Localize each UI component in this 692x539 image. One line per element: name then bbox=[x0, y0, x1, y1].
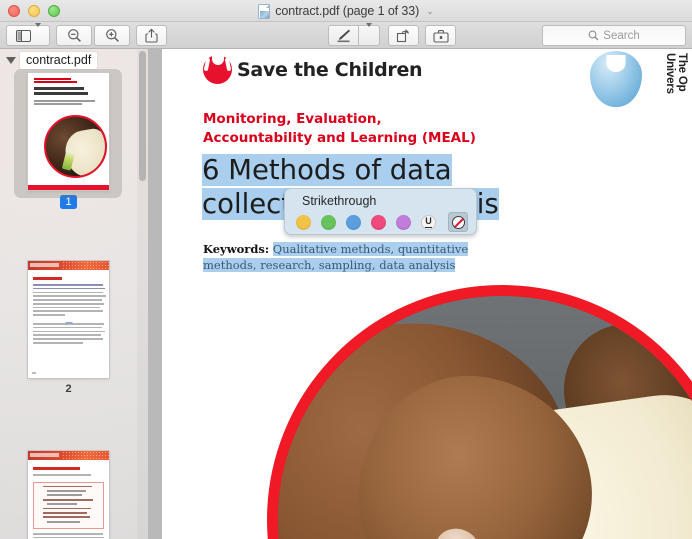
window-title-text: contract.pdf (page 1 of 33) bbox=[275, 4, 420, 18]
rotate-icon bbox=[396, 28, 411, 43]
thumbnail-photo-circle bbox=[44, 115, 107, 178]
markup-button[interactable] bbox=[328, 25, 358, 46]
series-heading-line-2: Accountability and Learning (MEAL) bbox=[203, 130, 476, 147]
color-swatch-pink[interactable] bbox=[371, 214, 386, 230]
page-title-line-2-end: is bbox=[476, 187, 499, 220]
pdf-page-1[interactable]: Save the Children The Op Univers Monitori… bbox=[162, 49, 692, 539]
thumbnail-page-1[interactable] bbox=[28, 73, 109, 190]
strikethrough-popover[interactable]: Strikethrough U bbox=[284, 188, 477, 235]
thumbnail-item-2[interactable]: 2 bbox=[0, 261, 137, 395]
markup-chevron-down-icon bbox=[366, 22, 372, 45]
save-the-children-logo-icon bbox=[203, 52, 232, 84]
series-heading-line-1: Monitoring, Evaluation, bbox=[203, 111, 382, 127]
page-title-line-1: 6 Methods of data bbox=[202, 154, 452, 186]
thumbnail-page-number-2: 2 bbox=[65, 383, 72, 395]
window-title-bar: contract.pdf (page 1 of 33) ⌄ bbox=[0, 0, 692, 22]
thumbnail-item-3[interactable]: 3 bbox=[0, 451, 137, 539]
underline-label: U bbox=[425, 215, 432, 228]
share-button[interactable] bbox=[136, 25, 167, 46]
series-heading: Monitoring, Evaluation, Accountability a… bbox=[203, 110, 476, 148]
underline-icon[interactable]: U bbox=[421, 214, 436, 230]
sidebar-document-name[interactable]: contract.pdf bbox=[20, 51, 98, 69]
main-toolbar: Search bbox=[0, 22, 692, 49]
pdf-view-area[interactable]: Save the Children The Op Univers Monitori… bbox=[148, 49, 692, 539]
color-swatch-green[interactable] bbox=[321, 214, 336, 230]
keywords-label: Keywords: bbox=[203, 242, 270, 256]
markup-pen-icon bbox=[335, 28, 352, 43]
markup-menu-button[interactable] bbox=[358, 22, 380, 46]
brand-name: Save the Children bbox=[237, 58, 423, 81]
share-icon bbox=[145, 28, 158, 43]
sidebar-header: contract.pdf bbox=[0, 49, 148, 71]
window-title-group: contract.pdf (page 1 of 33) ⌄ bbox=[0, 0, 692, 22]
thumbnail-page-3[interactable] bbox=[28, 451, 109, 539]
strikethrough-icon[interactable] bbox=[448, 212, 468, 232]
search-icon bbox=[588, 30, 599, 41]
pdf-document-icon bbox=[258, 3, 271, 19]
brand-row: Save the Children bbox=[203, 52, 423, 84]
zoom-out-button[interactable] bbox=[56, 25, 92, 46]
color-swatch-purple[interactable] bbox=[396, 214, 411, 230]
page-title-line-2-start: collect bbox=[202, 187, 293, 220]
color-swatch-blue[interactable] bbox=[346, 214, 361, 230]
thumbnail-page-2[interactable] bbox=[28, 261, 109, 378]
open-university-logo-icon bbox=[590, 51, 642, 107]
color-swatch-yellow[interactable] bbox=[296, 214, 311, 230]
toolkit-icon bbox=[432, 29, 449, 43]
popover-options-row: U bbox=[296, 212, 468, 232]
sidebar-view-icon bbox=[15, 29, 31, 42]
rotate-button[interactable] bbox=[388, 25, 419, 46]
toolkit-button[interactable] bbox=[425, 25, 456, 46]
title-chevron-down-icon[interactable]: ⌄ bbox=[426, 6, 434, 16]
preview-app-window: contract.pdf (page 1 of 33) ⌄ Search con… bbox=[0, 0, 692, 539]
disclosure-triangle-icon[interactable] bbox=[6, 56, 16, 64]
open-university-logo-text: The Op Univers bbox=[663, 53, 688, 94]
keywords-line[interactable]: Keywords: Qualitative methods, quantitat… bbox=[203, 242, 493, 274]
zoom-in-icon bbox=[105, 28, 120, 43]
zoom-out-icon bbox=[67, 28, 82, 43]
cover-photo: 12 13 ➤ ◀ bbox=[267, 285, 692, 539]
search-input[interactable]: Search bbox=[603, 30, 639, 42]
popover-title: Strikethrough bbox=[302, 194, 377, 208]
thumbnail-item-1[interactable]: 1 bbox=[0, 69, 137, 209]
search-field[interactable]: Search bbox=[542, 25, 686, 46]
sidebar-view-button[interactable] bbox=[6, 22, 50, 46]
sidebar-menu-chevron-down-icon[interactable] bbox=[34, 22, 41, 45]
zoom-in-button[interactable] bbox=[94, 25, 130, 46]
thumbnail-sidebar: contract.pdf 1 2 bbox=[0, 49, 148, 539]
